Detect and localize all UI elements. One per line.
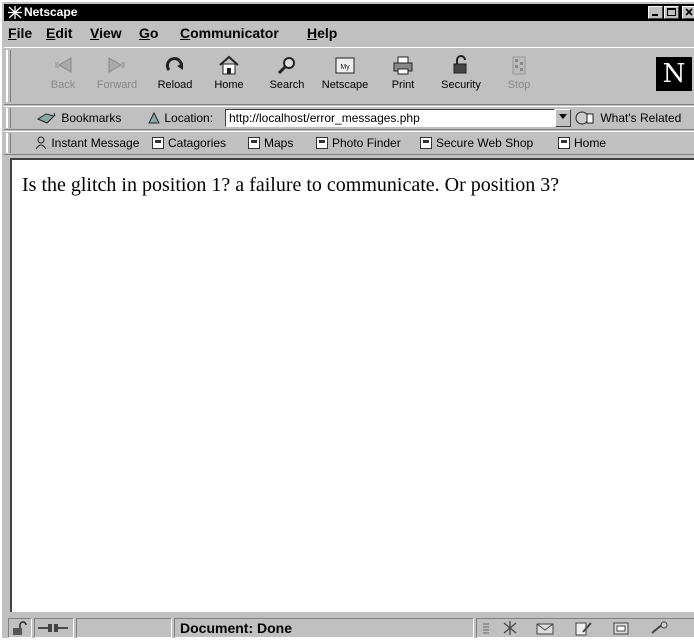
location-url-field[interactable]: http://localhost/error_messages.php bbox=[225, 109, 555, 127]
my-netscape-button[interactable]: My Netscape bbox=[320, 52, 370, 100]
component-bar-grip-icon bbox=[483, 623, 489, 634]
progress-bar bbox=[76, 618, 172, 638]
bookmark-secure-web-shop[interactable]: Secure Web Shop bbox=[420, 136, 533, 150]
address-book-icon[interactable] bbox=[611, 620, 631, 636]
bookmark-page-icon bbox=[248, 137, 260, 149]
bookmark-maps[interactable]: Maps bbox=[248, 136, 293, 150]
bookmark-icon bbox=[36, 112, 56, 124]
connection-plug-icon bbox=[38, 624, 68, 632]
back-arrow-icon bbox=[55, 57, 72, 73]
minimize-button[interactable] bbox=[648, 6, 663, 19]
bookmark-catagories[interactable]: Catagories bbox=[152, 136, 226, 150]
search-icon bbox=[277, 57, 295, 75]
back-button[interactable]: Back bbox=[38, 52, 88, 100]
location-toolbar: Bookmarks Location: http://localhost/err… bbox=[4, 106, 694, 130]
connection-indicator bbox=[34, 618, 74, 638]
bookmark-page-icon bbox=[152, 137, 164, 149]
chevron-down-icon bbox=[559, 114, 567, 119]
toolbar-grip[interactable] bbox=[6, 50, 11, 102]
personal-toolbar-grip[interactable] bbox=[6, 133, 11, 153]
navigator-icon[interactable] bbox=[501, 620, 519, 636]
status-bar: Document: Done bbox=[4, 616, 694, 640]
security-indicator[interactable] bbox=[8, 618, 32, 638]
home-button[interactable]: Home bbox=[204, 52, 254, 100]
component-bar bbox=[476, 618, 694, 638]
my-netscape-icon: My bbox=[335, 57, 355, 74]
bookmark-page-icon bbox=[558, 137, 570, 149]
menu-bar: File Edit View Go Communicator Help bbox=[4, 22, 694, 44]
aim-icon[interactable] bbox=[649, 620, 669, 636]
page-text: Is the glitch in position 1? a failure t… bbox=[22, 174, 560, 196]
padlock-icon bbox=[453, 55, 467, 74]
instant-message-icon bbox=[35, 136, 47, 150]
menu-go[interactable]: Go bbox=[139, 25, 158, 41]
bookmark-page-icon bbox=[420, 137, 432, 149]
netscape-app-icon bbox=[8, 6, 22, 19]
bookmark-home[interactable]: Home bbox=[558, 136, 606, 150]
svg-text:My: My bbox=[340, 64, 350, 71]
menu-file[interactable]: File bbox=[8, 25, 32, 41]
menu-communicator[interactable]: Communicator bbox=[180, 25, 279, 41]
unlocked-padlock-icon bbox=[13, 621, 27, 635]
print-button[interactable]: Print bbox=[378, 52, 428, 100]
bookmark-photo-finder[interactable]: Photo Finder bbox=[316, 136, 401, 150]
menu-help[interactable]: Help bbox=[307, 25, 337, 41]
stop-button[interactable]: Stop bbox=[494, 52, 544, 100]
personal-toolbar: Instant Message Catagories Maps Photo Fi… bbox=[4, 131, 694, 155]
reload-icon bbox=[165, 57, 183, 71]
search-button[interactable]: Search bbox=[262, 52, 312, 100]
mail-icon[interactable] bbox=[535, 620, 555, 636]
url-history-dropdown[interactable] bbox=[555, 109, 571, 127]
home-icon bbox=[219, 55, 239, 75]
navigation-toolbar: Back Forward Reload Home Search My Netsc… bbox=[4, 47, 694, 105]
menu-view[interactable]: View bbox=[90, 25, 122, 41]
title-bar: Netscape bbox=[4, 4, 694, 21]
bookmarks-button[interactable]: Bookmarks bbox=[36, 111, 121, 125]
bookmark-page-icon bbox=[316, 137, 328, 149]
reload-button[interactable]: Reload bbox=[150, 52, 200, 100]
menu-edit[interactable]: Edit bbox=[46, 25, 72, 41]
instant-message-button[interactable]: Instant Message bbox=[34, 136, 139, 150]
page-content[interactable]: Is the glitch in position 1? a failure t… bbox=[10, 158, 694, 612]
location-toolbar-grip[interactable] bbox=[6, 108, 11, 128]
location-label: Location: bbox=[147, 111, 213, 125]
close-button[interactable] bbox=[682, 6, 694, 19]
forward-button[interactable]: Forward bbox=[92, 52, 142, 100]
maximize-button[interactable] bbox=[664, 6, 679, 19]
browser-window: Netscape File Edit View Go Communicator … bbox=[0, 0, 694, 638]
whats-related-button[interactable]: What's Related bbox=[575, 111, 681, 125]
forward-arrow-icon bbox=[108, 57, 125, 73]
printer-icon bbox=[393, 56, 413, 75]
window-title: Netscape bbox=[24, 5, 78, 19]
status-text: Document: Done bbox=[180, 620, 292, 636]
whats-related-icon bbox=[575, 111, 594, 125]
page-proxy-icon[interactable] bbox=[147, 111, 161, 125]
composer-icon[interactable] bbox=[573, 620, 593, 636]
security-button[interactable]: Security bbox=[436, 52, 486, 100]
stop-icon bbox=[512, 56, 526, 75]
netscape-logo[interactable]: N bbox=[656, 57, 692, 91]
